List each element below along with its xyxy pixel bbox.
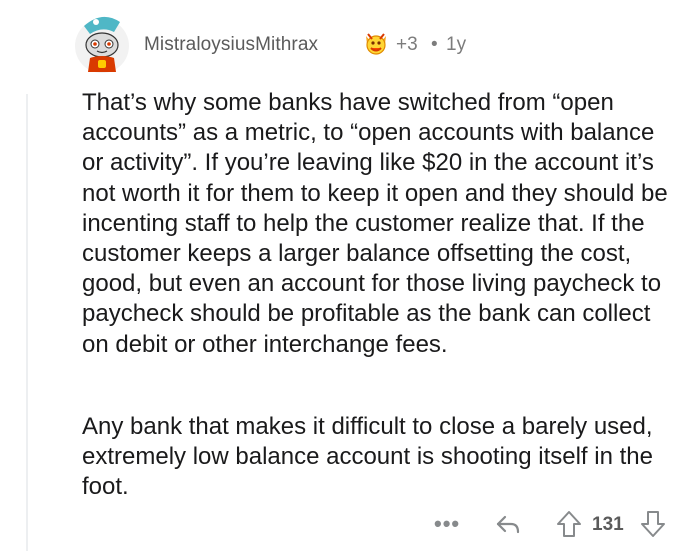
downvote-icon[interactable] (640, 510, 666, 538)
more-options-button[interactable]: ••• (434, 511, 460, 537)
comment-age[interactable]: 1y (446, 34, 466, 56)
reply-icon[interactable] (495, 513, 521, 537)
username[interactable]: MistraloysiusMithrax (144, 34, 318, 56)
award-count[interactable]: +3 (396, 34, 418, 56)
upvote-icon[interactable] (556, 510, 582, 538)
comment-paragraph: Any bank that makes it difficult to clos… (82, 413, 653, 501)
user-avatar[interactable] (74, 12, 130, 74)
award-icon[interactable] (362, 30, 390, 58)
meta-separator: • (431, 34, 438, 55)
comment-paragraph: That’s why some banks have switched from… (82, 89, 668, 358)
vote-count: 131 (592, 514, 624, 535)
thread-line[interactable] (26, 94, 28, 551)
